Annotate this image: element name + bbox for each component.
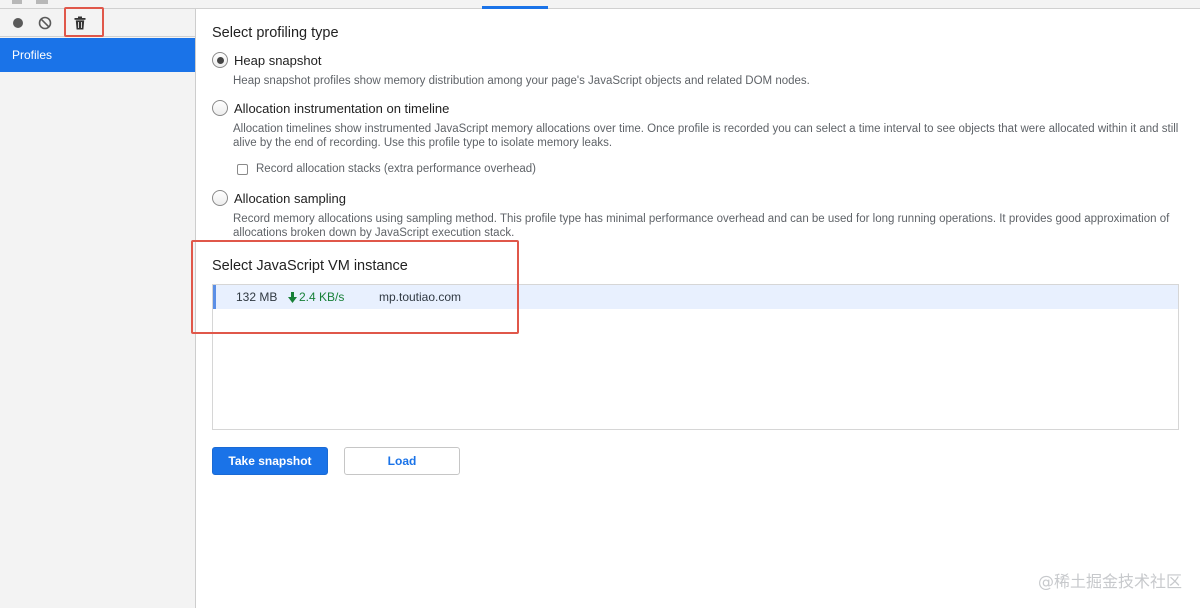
sidebar-item-profiles[interactable]: Profiles: [0, 38, 195, 72]
device-toggle-icon[interactable]: [36, 0, 48, 4]
profiling-type-title: Select profiling type: [212, 25, 339, 41]
heap-snapshot-radio[interactable]: [212, 52, 228, 68]
profiles-toolbar: [0, 7, 195, 37]
option-label: Heap snapshot: [234, 52, 322, 68]
inspect-icon[interactable]: [12, 0, 22, 4]
option-heap-snapshot[interactable]: Heap snapshot: [212, 52, 321, 68]
profiles-sidebar: Profiles: [0, 7, 196, 608]
record-stacks-checkbox[interactable]: [237, 163, 248, 175]
option-allocation-sampling[interactable]: Allocation sampling: [212, 190, 346, 206]
vm-instance-title: Select JavaScript VM instance: [212, 258, 408, 274]
vm-instance-list: 132 MB 2.4 KB/s mp.toutiao.com: [212, 284, 1179, 430]
profile-launcher: Select profiling type Heap snapshot Heap…: [191, 9, 1200, 608]
vm-url: mp.toutiao.com: [379, 290, 462, 304]
take-snapshot-button[interactable]: Take snapshot: [212, 447, 328, 475]
clear-all-icon: [38, 16, 52, 30]
allocation-sampling-radio[interactable]: [212, 190, 228, 206]
option-description: Allocation timelines show instrumented J…: [233, 123, 1179, 149]
vm-speed: 2.4 KB/s: [288, 290, 379, 304]
record-stacks-row[interactable]: Record allocation stacks (extra performa…: [237, 163, 536, 175]
vm-instance-row[interactable]: 132 MB 2.4 KB/s mp.toutiao.com: [213, 285, 1178, 309]
collect-garbage-button[interactable]: [69, 13, 91, 33]
allocation-timeline-radio[interactable]: [212, 100, 228, 116]
option-label: Allocation instrumentation on timeline: [234, 100, 450, 116]
option-label: Allocation sampling: [234, 190, 347, 206]
arrow-down-icon: [288, 291, 297, 303]
vm-speed-value: 2.4 KB/s: [299, 290, 345, 304]
record-button[interactable]: [7, 13, 29, 33]
option-description: Record memory allocations using sampling…: [233, 213, 1170, 239]
trash-icon: [74, 16, 86, 30]
vm-heap-size: 132 MB: [236, 290, 278, 304]
option-allocation-timeline[interactable]: Allocation instrumentation on timeline: [212, 100, 449, 116]
load-button[interactable]: Load: [344, 447, 460, 475]
clear-all-button[interactable]: [34, 13, 56, 33]
watermark: @稀土掘金技术社区: [1037, 572, 1182, 591]
option-description: Heap snapshot profiles show memory distr…: [233, 75, 810, 87]
record-stacks-label: Record allocation stacks (extra performa…: [256, 163, 536, 175]
record-icon: [13, 18, 23, 28]
tab-strip: [0, 0, 1200, 9]
